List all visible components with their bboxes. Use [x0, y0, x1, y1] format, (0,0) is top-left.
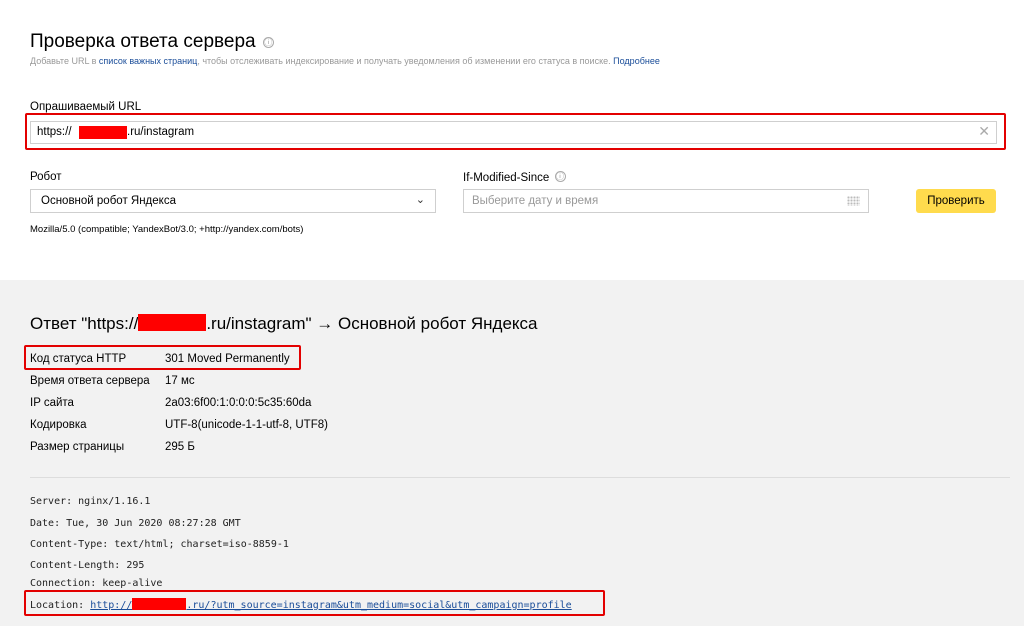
location-redaction: [132, 598, 187, 610]
url-input[interactable]: https:// .ru/instagram ✕: [30, 121, 997, 144]
important-pages-link[interactable]: список важных страниц: [99, 56, 197, 66]
location-link-prefix: http://: [90, 600, 133, 611]
response-title-prefix: Ответ "https://: [30, 314, 139, 333]
ip-value: 2a03:6f00:1:0:0:0:5c35:60da: [165, 397, 312, 409]
header-date: Date: Tue, 30 Jun 2020 08:27:28 GMT: [30, 518, 241, 529]
page-size-value: 295 Б: [165, 441, 195, 453]
response-title-suffix: .ru/instagram" → Основной робот Яндекса: [206, 314, 538, 333]
header-server: Server: nginx/1.16.1: [30, 496, 151, 507]
response-time-value: 17 мс: [165, 375, 195, 387]
robot-label: Робот: [30, 171, 62, 183]
location-link-suffix: .ru/?utm_source=instagram&utm_medium=soc…: [186, 600, 572, 611]
date-time-input[interactable]: Выберите дату и время: [463, 189, 869, 213]
header-content-type: Content-Type: text/html; charset=iso-885…: [30, 539, 289, 550]
page-title-text: Проверка ответа сервера: [30, 31, 256, 52]
request-form-panel: Проверка ответа сервера ⓘ Добавьте URL в…: [0, 0, 1024, 280]
title-redaction: [138, 314, 207, 331]
check-button[interactable]: Проверить: [916, 189, 996, 213]
info-icon[interactable]: ⓘ: [554, 171, 566, 182]
page-size-label: Размер страницы: [30, 441, 125, 453]
location-label: Location:: [30, 600, 91, 611]
header-content-length: Content-Length: 295: [30, 560, 145, 571]
url-suffix-text: .ru/instagram: [127, 126, 195, 138]
status-code-value: 301 Moved Permanently: [165, 353, 290, 365]
header-connection: Connection: keep-alive: [30, 578, 163, 589]
date-time-placeholder: Выберите дату и время: [472, 195, 599, 207]
chevron-down-icon: ⌄: [415, 193, 425, 206]
divider: [30, 477, 1010, 478]
robot-select[interactable]: Основной робот Яндекса ⌄: [30, 189, 436, 213]
status-code-label: Код статуса HTTP: [30, 353, 127, 365]
clear-icon[interactable]: ✕: [978, 124, 990, 140]
encoding-label: Кодировка: [30, 419, 87, 431]
response-title: Ответ "https:// .ru/instagram" → Основной…: [30, 314, 538, 334]
user-agent-text: Mozilla/5.0 (compatible; YandexBot/3.0; …: [30, 224, 304, 235]
page-subtitle: Добавьте URL в список важных страниц, чт…: [30, 56, 660, 66]
location-link[interactable]: http:// .ru/?utm_source=instagram&utm_med…: [90, 598, 572, 611]
response-time-label: Время ответа сервера: [30, 375, 150, 387]
ip-label: IP сайта: [30, 397, 74, 409]
more-info-link[interactable]: Подробнее: [613, 56, 660, 66]
subtitle-middle: , чтобы отслеживать индексирование и пол…: [197, 56, 611, 66]
if-modified-since-label: If-Modified-Since ⓘ: [463, 171, 566, 184]
info-icon[interactable]: ⓘ: [262, 37, 274, 48]
robot-select-value: Основной робот Яндекса: [41, 195, 176, 207]
url-label: Опрашиваемый URL: [30, 101, 142, 113]
url-prefix-text: https://: [37, 126, 72, 138]
url-redaction: [79, 126, 127, 139]
page-title: Проверка ответа сервера ⓘ: [30, 31, 274, 53]
encoding-value: UTF-8(unicode-1-1-utf-8, UTF8): [165, 419, 328, 431]
calendar-icon[interactable]: [847, 196, 860, 206]
subtitle-prefix: Добавьте URL в: [30, 56, 97, 66]
if-modified-since-text: If-Modified-Since: [463, 172, 550, 184]
header-location: Location: http:// .ru/?utm_source=instagr…: [30, 598, 572, 611]
